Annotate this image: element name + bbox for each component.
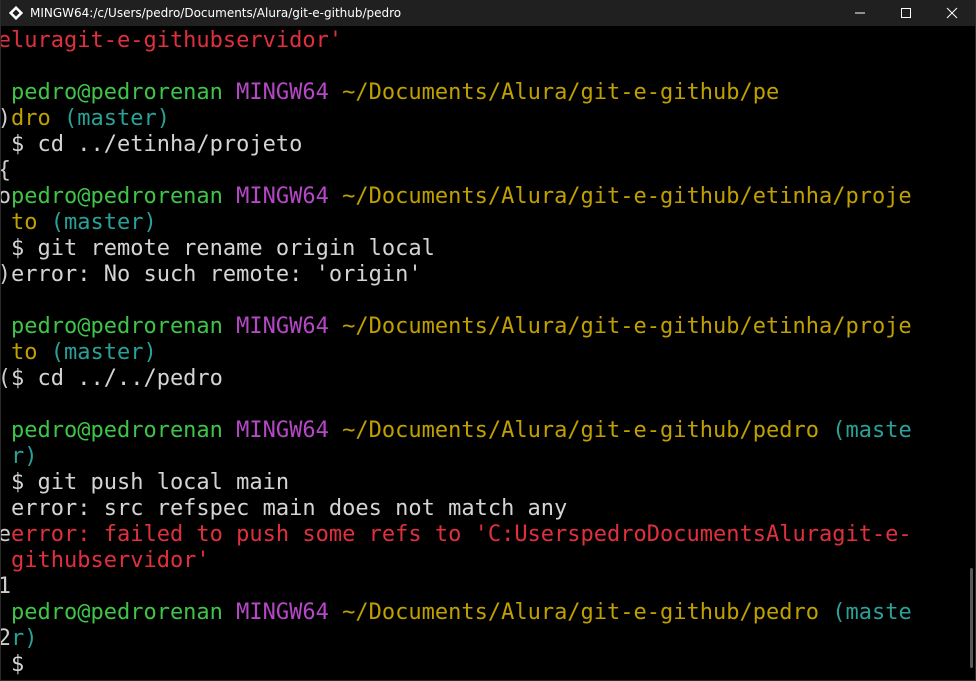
prompt-user-host: pedro@pedrorenan — [11, 80, 223, 105]
close-button[interactable] — [929, 0, 975, 26]
terminal-line: r) — [11, 626, 963, 652]
prompt-path: to — [11, 340, 38, 365]
prompt-branch: (master) — [50, 340, 157, 365]
prompt-branch: (master) — [64, 106, 170, 131]
scrollbar-thumb[interactable] — [970, 568, 973, 668]
terminal-line: $ — [11, 652, 963, 678]
prompt-branch: (master) — [50, 210, 157, 235]
terminal-line: to (master) — [11, 210, 963, 236]
terminal-line: luragit-e-githubservidor' — [11, 28, 963, 54]
command-line: $ git push local main — [11, 470, 290, 495]
minimize-icon — [855, 12, 865, 14]
prompt-path: ~/Documents/Alura/git-e-github/etinha/pr… — [342, 314, 912, 339]
prompt-branch: r) — [11, 444, 38, 469]
clipped-fragment: 1 — [1, 574, 11, 600]
terminal-line: pedro@pedrorenan MINGW64 ~/Documents/Alu… — [11, 418, 963, 444]
prompt-msystem: MINGW64 — [236, 314, 329, 339]
minimize-button[interactable] — [837, 0, 883, 26]
left-edge-overflow-text: e) {o) ( e 1 2 — [1, 28, 11, 680]
scrollbar[interactable] — [965, 28, 975, 680]
terminal-line: pedro@pedrorenan MINGW64 ~/Documents/Alu… — [11, 184, 963, 210]
clipped-fragment: e — [1, 522, 11, 548]
prompt-user-host: pedro@pedrorenan — [11, 600, 223, 625]
terminal-line: error: No such remote: 'origin' — [11, 262, 963, 288]
command-line: $ — [11, 652, 25, 677]
terminal-line: dro (master) — [11, 106, 963, 132]
prompt-branch: (maste — [832, 418, 912, 443]
terminal-line: pedro@pedrorenan MINGW64 ~/Documents/Alu… — [11, 600, 963, 626]
close-icon — [946, 7, 958, 19]
error-line: githubservidor' — [11, 548, 210, 573]
clipped-fragment: { — [1, 158, 11, 184]
prompt-user-host: pedro@pedrorenan — [11, 314, 223, 339]
clipped-fragment: ( — [1, 366, 11, 392]
terminal-line: githubservidor' — [11, 548, 963, 574]
terminal-line: $ cd ../etinha/projeto — [11, 132, 963, 158]
prompt-path: ~/Documents/Alura/git-e-github/pedro — [342, 418, 819, 443]
terminal-line: $ git remote rename origin local — [11, 236, 963, 262]
prompt-msystem: MINGW64 — [236, 184, 329, 209]
maximize-icon — [901, 8, 911, 18]
terminal-window: MINGW64:/c/Users/pedro/Documents/Alura/g… — [0, 0, 976, 681]
prompt-path: ~/Documents/Alura/git-e-github/etinha/pr… — [342, 184, 912, 209]
git-bash-icon — [8, 5, 24, 21]
prompt-user-host: pedro@pedrorenan — [11, 184, 223, 209]
prompt-path: ~/Documents/Alura/git-e-github/pe — [342, 80, 780, 105]
maximize-button[interactable] — [883, 0, 929, 26]
prompt-path: dro — [11, 106, 51, 131]
terminal-line: pedro@pedrorenan MINGW64 ~/Documents/Alu… — [11, 80, 963, 106]
prompt-path: ~/Documents/Alura/git-e-github/pedro — [342, 600, 819, 625]
terminal-line: to (master) — [11, 340, 963, 366]
terminal-line: $ cd ../../pedro — [11, 366, 963, 392]
command-line: $ git remote rename origin local — [11, 236, 435, 261]
terminal-line: error: failed to push some refs to 'C:Us… — [11, 522, 963, 548]
terminal-line: $ git push local main — [11, 470, 963, 496]
clipped-fragment: e — [1, 28, 11, 54]
prompt-user-host: pedro@pedrorenan — [11, 418, 223, 443]
output-line: error: src refspec main does not match a… — [11, 496, 568, 521]
prompt-path: to — [11, 210, 38, 235]
prompt-branch: (maste — [832, 600, 912, 625]
title-bar[interactable]: MINGW64:/c/Users/pedro/Documents/Alura/g… — [1, 0, 975, 26]
prompt-msystem: MINGW64 — [236, 600, 329, 625]
command-line: $ cd ../etinha/projeto — [11, 132, 303, 157]
command-line: $ cd ../../pedro — [11, 366, 223, 391]
error-line: error: failed to push some refs to 'C:Us… — [11, 522, 912, 547]
prompt-msystem: MINGW64 — [236, 80, 329, 105]
window-title: MINGW64:/c/Users/pedro/Documents/Alura/g… — [30, 6, 402, 20]
output-line: error: No such remote: 'origin' — [11, 262, 422, 287]
terminal-output[interactable]: luragit-e-githubservidor' pedro@pedroren… — [11, 28, 963, 680]
clipped-fragment: ) — [1, 106, 11, 132]
error-line: luragit-e-githubservidor' — [11, 28, 343, 53]
prompt-msystem: MINGW64 — [236, 418, 329, 443]
prompt-branch: r) — [11, 626, 38, 651]
terminal-line: r) — [11, 444, 963, 470]
clipped-fragment: 2 — [1, 626, 11, 652]
terminal-line: pedro@pedrorenan MINGW64 ~/Documents/Alu… — [11, 314, 963, 340]
clipped-fragment: ) — [1, 262, 11, 288]
clipped-fragment: o — [1, 184, 11, 210]
terminal-line: error: src refspec main does not match a… — [11, 496, 963, 522]
